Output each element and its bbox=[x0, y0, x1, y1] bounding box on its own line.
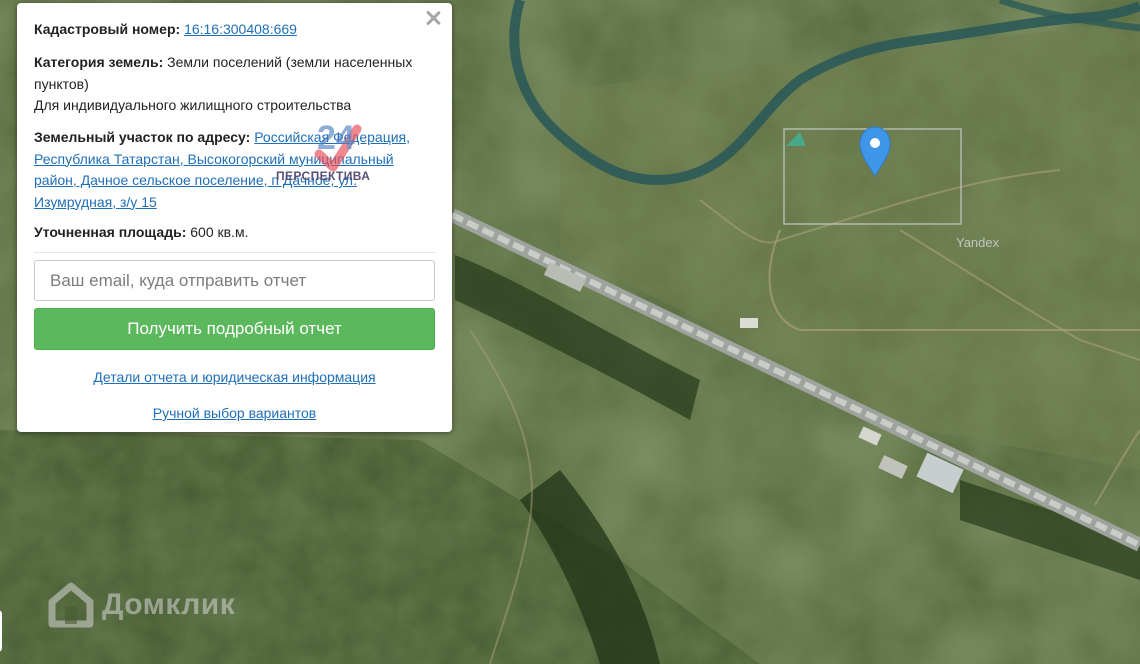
area-row: Уточненная площадь: 600 кв.м. bbox=[34, 222, 248, 244]
address-label: Земельный участок по адресу: bbox=[34, 129, 251, 145]
area-value: 600 кв.м. bbox=[190, 224, 249, 240]
domclick-logo-icon bbox=[48, 582, 94, 628]
cadastral-row: Кадастровый номер: 16:16:300408:669 bbox=[34, 19, 297, 41]
cadastral-label: Кадастровый номер: bbox=[34, 21, 181, 37]
get-report-button[interactable]: Получить подробный отчет bbox=[34, 308, 435, 350]
brand-text: Домклик bbox=[102, 588, 236, 621]
close-icon[interactable] bbox=[424, 9, 442, 27]
divider bbox=[34, 252, 435, 253]
brand-logo: Домклик bbox=[48, 582, 236, 628]
report-details-link[interactable]: Детали отчета и юридическая информация bbox=[93, 369, 375, 385]
map-side-control[interactable] bbox=[0, 610, 2, 652]
map-provider-label: Yandex bbox=[956, 235, 1000, 250]
category-row: Категория земель: Земли поселений (земли… bbox=[34, 52, 424, 117]
manual-selection-link[interactable]: Ручной выбор вариантов bbox=[153, 405, 317, 421]
cadastral-number-link[interactable]: 16:16:300408:669 bbox=[184, 21, 297, 37]
category-label: Категория земель: bbox=[34, 54, 164, 70]
area-label: Уточненная площадь: bbox=[34, 224, 187, 240]
category-usage: Для индивидуального жилищного строительс… bbox=[34, 97, 352, 113]
parcel-info-popup: Кадастровый номер: 16:16:300408:669 Кате… bbox=[17, 3, 452, 432]
address-row: Земельный участок по адресу: Российская … bbox=[34, 127, 429, 213]
email-input[interactable] bbox=[34, 260, 435, 301]
